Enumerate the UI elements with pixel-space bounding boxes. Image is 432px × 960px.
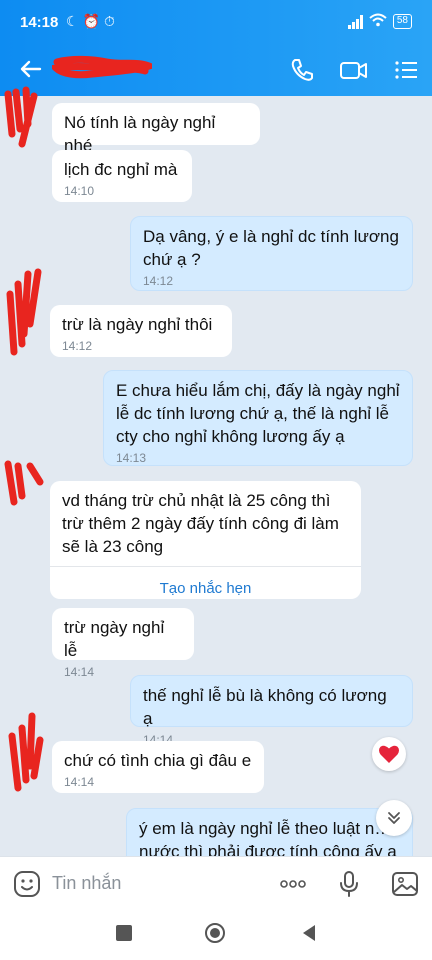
status-time: 14:18	[20, 14, 59, 31]
message-incoming-with-action[interactable]: vd tháng trừ chủ nhật là 25 công thì trừ…	[50, 481, 361, 599]
message-text: trừ là ngày nghỉ thôi	[62, 315, 213, 334]
system-nav-bar	[0, 910, 432, 960]
alarm-icon: ⏰	[82, 13, 100, 29]
avatar-redaction	[6, 268, 42, 356]
back-button[interactable]	[16, 54, 46, 84]
message-incoming[interactable]: lịch đc nghỉ mà 14:10	[52, 150, 192, 202]
signal-icon	[347, 14, 363, 29]
more-dots-icon	[280, 880, 306, 888]
message-input-bar: Tin nhắn	[0, 856, 432, 910]
alarm-icon-2: ⏱	[104, 13, 115, 29]
home-button[interactable]	[204, 922, 226, 944]
message-incoming[interactable]: chứ có tình chia gì đâu e 14:14	[52, 741, 264, 793]
status-bar: 14:18 ☾ ⏰ ⏱ 58	[0, 0, 432, 44]
voice-button[interactable]	[334, 869, 364, 899]
message-text: E chưa hiểu lắm chị, đấy là ngày nghỉ lễ…	[116, 381, 400, 446]
emoji-button[interactable]	[12, 869, 42, 899]
message-text: lịch đc nghỉ mà	[64, 160, 178, 179]
moon-icon: ☾	[66, 13, 79, 29]
message-time: 14:12	[62, 339, 93, 353]
smiley-icon	[14, 871, 40, 897]
message-incoming[interactable]: trừ là ngày nghỉ thôi 14:12	[50, 305, 232, 357]
message-text: vd tháng trừ chủ nhật là 25 công thì trừ…	[62, 491, 339, 556]
redaction-scribble	[48, 55, 159, 79]
list-menu-icon	[395, 61, 417, 79]
image-icon	[392, 872, 418, 896]
message-text: Dạ vâng, ý e là nghỉ dc tính lương chứ ạ…	[143, 227, 399, 269]
video-camera-icon	[340, 62, 367, 79]
top-bar: 14:18 ☾ ⏰ ⏱ 58	[0, 0, 432, 96]
avatar-redaction	[4, 86, 38, 148]
phone-icon	[291, 59, 313, 81]
back-nav-button[interactable]	[298, 922, 320, 944]
call-button[interactable]	[286, 54, 318, 86]
create-reminder-button[interactable]: Tạo nhắc hẹn	[62, 567, 349, 604]
recent-apps-button[interactable]	[113, 922, 135, 944]
microphone-icon	[340, 871, 358, 897]
avatar-redaction	[8, 712, 44, 792]
more-options-button[interactable]	[278, 869, 308, 899]
contact-name-redacted[interactable]	[48, 54, 159, 82]
message-time: 14:12	[143, 274, 174, 288]
message-input[interactable]: Tin nhắn	[52, 873, 121, 894]
scroll-to-bottom-button[interactable]	[376, 800, 412, 836]
avatar-redaction	[4, 460, 44, 506]
message-time: 14:13	[116, 451, 147, 465]
status-left-icons: ☾ ⏰ ⏱	[66, 13, 115, 30]
image-button[interactable]	[390, 869, 420, 899]
react-button[interactable]	[372, 737, 406, 771]
message-outgoing[interactable]: thế nghỉ lễ bù là không có lương ạ 14:14	[130, 675, 413, 747]
message-text: chứ có tình chia gì đâu e	[64, 751, 252, 770]
double-chevron-down-icon	[388, 812, 400, 824]
message-text: thế nghỉ lễ bù là không có lương ạ	[143, 686, 387, 728]
video-call-button[interactable]	[338, 54, 370, 86]
message-text: trừ ngày nghỉ lễ	[64, 618, 165, 660]
message-time: 14:10	[64, 184, 95, 198]
message-outgoing[interactable]: E chưa hiểu lắm chị, đấy là ngày nghỉ lễ…	[103, 370, 413, 466]
menu-button[interactable]	[390, 54, 422, 86]
message-incoming[interactable]: Nó tính là ngày nghỉ nhé	[52, 103, 260, 155]
wifi-icon	[369, 13, 387, 30]
square-icon	[116, 925, 132, 941]
battery-indicator: 58	[392, 14, 412, 29]
circle-home-icon	[205, 923, 225, 943]
message-text: ý em là ngày nghỉ lễ theo luật n… nước t…	[139, 819, 397, 861]
message-time: 14:14	[64, 775, 95, 789]
chat-header	[0, 44, 432, 96]
triangle-back-icon	[303, 925, 315, 941]
heart-icon	[379, 745, 399, 763]
message-incoming[interactable]: trừ ngày nghỉ lễ 14:14	[52, 608, 194, 679]
message-outgoing[interactable]: Dạ vâng, ý e là nghỉ dc tính lương chứ ạ…	[130, 216, 413, 291]
message-text: Nó tính là ngày nghỉ nhé	[64, 113, 216, 155]
status-right-icons: 58	[347, 13, 412, 30]
back-arrow-icon	[20, 60, 42, 78]
